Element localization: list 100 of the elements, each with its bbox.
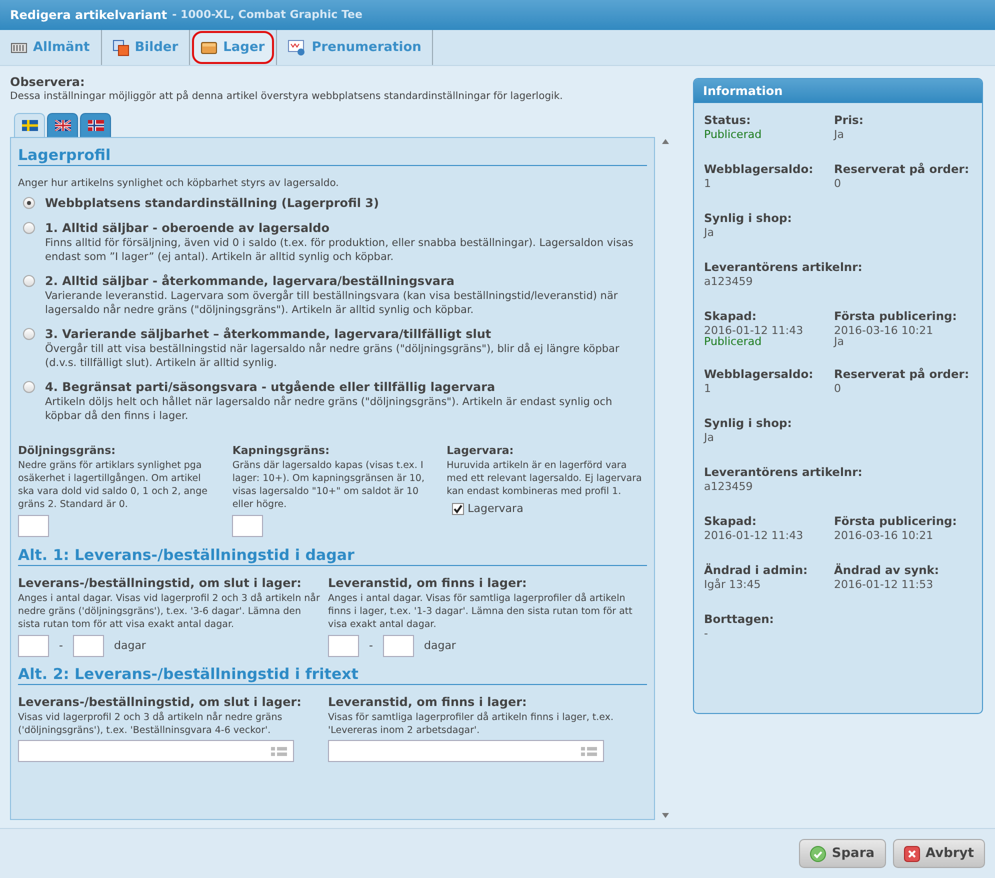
info-value: 2016-03-16 10:21 <box>834 324 934 337</box>
checkbox-label: Lagervara <box>468 501 524 517</box>
tab[interactable]: Prenumeration <box>278 31 430 64</box>
info-value: 2016-03-16 10:21 <box>834 529 934 543</box>
checkmark-icon <box>810 846 826 862</box>
field-help: Huruvida artikeln är en lagerförd vara med ett relevant lagersaldo. Ej lagervara kan endast kombineras med profil 1. <box>446 459 643 498</box>
field-label: Lagervara: <box>446 443 515 458</box>
info-value: 0 <box>834 177 842 191</box>
text-field[interactable] <box>18 740 294 762</box>
uk-flag-icon <box>54 120 70 131</box>
field-help: Gräns där lagersaldo kapas (visas t.ex. I lager: 10+). Om kapningsgränsen är 10, visas lagersaldo "10+" om saldot är 10 eller högre. <box>232 459 426 511</box>
option-title: 3. Varierande säljbarhet – återkommande, lagervara/tillfälligt slut <box>45 326 492 342</box>
number-field[interactable] <box>232 515 264 537</box>
field-label: Döljningsgräns: <box>18 443 117 458</box>
box-icon <box>201 40 218 54</box>
range-separator: - <box>59 638 63 654</box>
option-title: 2. Alltid säljbar - återkommande, lagervara/beställningsvara <box>45 273 456 289</box>
info-label: Första publicering: <box>834 514 957 529</box>
field-help: Anges i antal dagar. Visas för samtliga lagerprofiler då artikeln finns i lager, t.ex. '1-3 dagar'. Lämna den sista rutan tom för att visa exakt antal dagar. <box>328 592 634 631</box>
info-value: 1 <box>704 177 712 191</box>
info-label: Skapad: <box>704 514 757 529</box>
images-icon <box>112 40 129 56</box>
option-description: Artikeln döljs helt och hållet när lagersaldo når nedre gräns ("döljningsgräns"). Artikeln är endast synlig och köpbar då den finns i lager. <box>45 395 614 423</box>
info-value: Igår 13:45 <box>704 578 762 592</box>
field-label: Leveranstid, om finns i lager: <box>328 695 528 710</box>
option-description: Övergår till att visa beställningstid när lagersaldo når nedre gräns ("döljningsgräns"), blir då ej längre köpbar (d.v.s. tillfälligt slut). Artikeln är alltid synlig. <box>45 342 620 370</box>
info-value: - <box>704 627 709 641</box>
sweden-flag-icon <box>22 120 38 131</box>
option-title: Webbplatsens standardinställning (Lagerprofil 3) <box>45 195 379 211</box>
radio-button[interactable] <box>23 275 35 287</box>
info-value: 2016-01-12 11:53 <box>834 578 934 592</box>
info-label: Synlig i shop: <box>704 416 792 431</box>
option-title: 4. Begränsat parti/säsongsvara - utgående eller tillfällig lagervara <box>45 379 496 395</box>
days-from-field[interactable] <box>328 635 359 657</box>
info-label: Första publicering: <box>834 309 957 324</box>
field-label: Leverans-/beställningstid, om slut i lager: <box>18 576 302 591</box>
section-heading: Lagerprofil <box>18 146 647 166</box>
sliders-icon <box>11 40 27 54</box>
field-help: Nedre gräns för artiklars synlighet pga osäkerhet i lagertillgången. Om artikel ska vara dold vid saldo 0, 1 och 2, ange gräns 2. Standard är 0. <box>18 459 208 511</box>
info-label: Synlig i shop: <box>704 211 792 226</box>
scroll-down-icon[interactable] <box>662 813 669 818</box>
info-value: a123459 <box>704 480 754 494</box>
info-value: a123459 <box>704 275 754 289</box>
radio-button[interactable] <box>23 381 35 393</box>
scroll-up-icon[interactable] <box>662 139 669 144</box>
days-to-field[interactable] <box>382 635 414 657</box>
number-field[interactable] <box>18 515 49 537</box>
unit-label: dagar <box>424 638 456 654</box>
info-label: Pris: <box>834 113 864 128</box>
info-label: Webblagersaldo: <box>704 162 814 177</box>
tab[interactable]: Bilder <box>104 31 188 64</box>
profile-intro: Anger hur artikelns synlighet och köpbarhet styrs av lagersaldo. <box>18 177 340 191</box>
field-label: Leveranstid, om finns i lager: <box>328 576 528 591</box>
info-label: Leverantörens artikelnr: <box>704 465 862 480</box>
cancel-button[interactable]: Avbryt <box>892 839 985 868</box>
info-label: Status: <box>704 113 751 128</box>
range-separator: - <box>369 638 373 654</box>
radio-button[interactable] <box>23 222 35 234</box>
section-heading: Alt. 2: Leverans-/beställningstid i fritext <box>18 665 647 685</box>
text-field[interactable] <box>328 740 604 762</box>
language-tab[interactable] <box>14 113 45 137</box>
info-label: Ändrad i admin: <box>704 563 808 578</box>
option-description: Varierande leveranstid. Lagervara som övergår till beställningsvara (kan visa beställningstid/leveranstid) när lagersaldo når nedre gräns ("döljningsgräns"). Artikeln är alltid synlig och köpbar. <box>45 289 619 317</box>
days-from-field[interactable] <box>18 635 49 657</box>
section-heading: Alt. 1: Leverans-/beställningstid i dagar <box>18 546 647 566</box>
info-label: Borttagen: <box>704 612 774 627</box>
checkbox[interactable] <box>452 503 464 516</box>
language-tab[interactable] <box>47 113 78 137</box>
window-title: Redigera artikelvariant <box>10 7 168 24</box>
field-label: Kapningsgräns: <box>232 443 331 458</box>
info-label: Webblagersaldo: <box>704 367 814 382</box>
info-value: Publicerad <box>704 128 763 142</box>
info-value: Ja <box>704 431 715 445</box>
tab[interactable]: Lager <box>192 31 274 64</box>
info-value: Ja <box>704 226 715 240</box>
info-label: Skapad: <box>704 309 757 324</box>
subscription-icon <box>288 40 306 56</box>
language-tab[interactable] <box>80 113 111 137</box>
tab[interactable]: Allmänt <box>2 31 99 64</box>
option-description: Finns alltid för försäljning, även vid 0 i saldo (t.ex. för produktion, eller snabba beställningar). Lagersaldon visas endast som ”I lager” (ej antal). Artikeln är alltid synlig och köpbar. <box>45 236 634 264</box>
close-icon <box>904 846 920 862</box>
grid-icon <box>581 746 597 756</box>
info-value: 2016-01-12 11:43 <box>704 324 804 337</box>
info-value: Ja <box>834 336 845 347</box>
notice-text: Dessa inställningar möjliggör att på denna artikel överstyra webbplatsens standardinställningar för lagerlogik. <box>10 90 564 104</box>
notice-title: Observera: <box>10 75 86 90</box>
info-value: 2016-01-12 11:43 <box>704 529 804 543</box>
days-to-field[interactable] <box>72 635 104 657</box>
radio-button[interactable] <box>23 328 35 340</box>
info-value: Publicerad <box>704 336 763 347</box>
window-subtitle: - 1000-XL, Combat Graphic Tee <box>172 6 362 23</box>
field-label: Leverans-/beställningstid, om slut i lager: <box>18 695 302 710</box>
info-label: Reserverat på order: <box>834 367 970 382</box>
radio-button[interactable] <box>23 197 35 209</box>
info-label: Ändrad av synk: <box>834 563 940 578</box>
field-help: Visas vid lagerprofil 2 och 3 då artikeln når nedre gräns ('döljningsgräns'), t.ex. 'Beställninsgvara 4-6 veckor'. <box>18 711 284 737</box>
norway-flag-icon <box>88 120 104 131</box>
save-button[interactable]: Spara <box>798 839 886 868</box>
field-help: Anges i antal dagar. Visas vid lagerprofil 2 och 3 då artikeln når nedre gräns ('döljningsgräns'), t.ex. '3-6 dagar'. Lämna den sista rutan tom för att visa exakt antal dagar. <box>18 592 320 631</box>
grid-icon <box>271 746 287 756</box>
